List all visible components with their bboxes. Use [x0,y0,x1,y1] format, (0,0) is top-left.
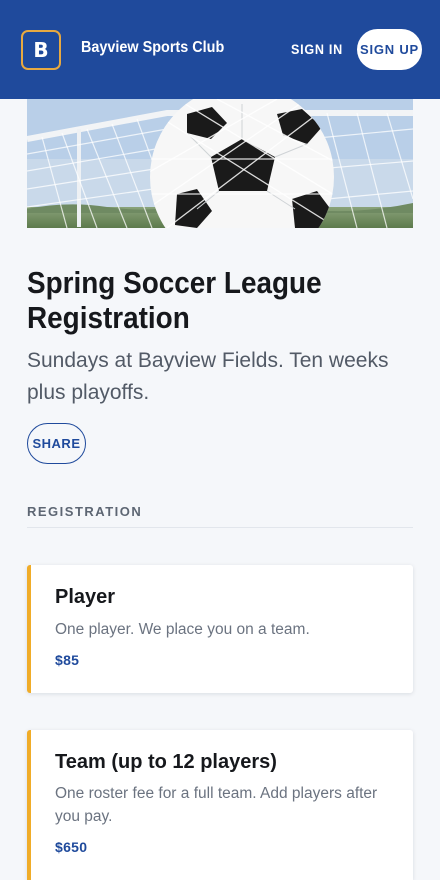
registration-option-team[interactable]: Team (up to 12 players) One roster fee f… [27,730,413,880]
club-name[interactable]: Bayview Sports Club [81,39,224,57]
section-divider [27,527,413,528]
option-description: One roster fee for a full team. Add play… [55,785,378,825]
club-logo[interactable]: B [21,30,61,70]
sign-in-link[interactable]: SIGN IN [291,41,343,57]
option-description: One player. We place you on a team. [55,621,310,638]
registration-section-label: REGISTRATION [27,504,143,519]
registration-option-player[interactable]: Player One player. We place you on a tea… [27,565,413,693]
event-description: Sundays at Bayview Fields. Ten weeks plu… [27,349,389,404]
page-title: Spring Soccer League Registration [27,265,322,335]
share-button[interactable]: SHARE [27,423,86,464]
option-title: Player [55,586,116,608]
option-price: $650 [55,839,88,855]
option-price: $85 [55,652,80,668]
hero-image [27,99,413,228]
option-title: Team (up to 12 players) [55,751,277,773]
soccer-ball-in-goal-net-illustration [27,99,413,228]
top-nav-bar: B Bayview Sports Club SIGN IN SIGN UP [0,0,440,99]
sign-up-button[interactable]: SIGN UP [357,29,422,70]
